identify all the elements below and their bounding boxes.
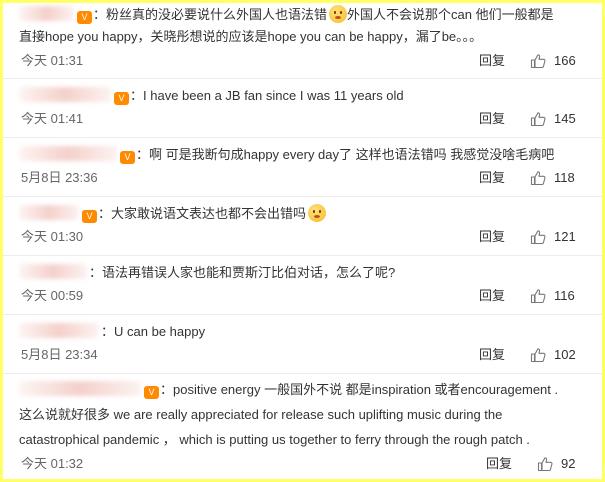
comment-text: 这么说就好很多 we are really appreciated for re…: [19, 407, 503, 422]
thumb-up-icon: [530, 230, 546, 245]
username-blurred[interactable]: [19, 323, 99, 338]
v-badge-icon: V: [114, 92, 129, 105]
like-button[interactable]: 92: [537, 454, 575, 474]
v-badge-icon: V: [120, 151, 135, 164]
thumb-up-icon: [537, 457, 553, 472]
comment-time: 5月8日 23:36: [21, 170, 98, 185]
like-count: 118: [554, 170, 575, 185]
like-count: 121: [554, 229, 576, 244]
like-button[interactable]: 166: [530, 51, 576, 71]
like-count: 102: [554, 347, 576, 362]
comment-text: 大家敢说语文表达也都不会出错吗: [111, 206, 307, 221]
comment-item: V ：啊 可是我断句成happy every day了 这样也语法错吗 我感觉没啥…: [3, 138, 602, 197]
comment-text: 啊 可是我断句成happy every day了 这样也语法错吗 我感觉没啥毛病…: [149, 147, 555, 162]
v-badge-icon: V: [144, 386, 159, 399]
like-button[interactable]: 121: [530, 227, 576, 247]
comment-item: V ：I have been a JB fan since I was 11 ye…: [3, 79, 602, 138]
username-blurred[interactable]: [19, 87, 111, 102]
comment-text: I have been a JB fan since I was 11 year…: [143, 88, 404, 103]
comment-time: 5月8日 23:34: [21, 347, 98, 362]
like-count: 166: [554, 53, 576, 68]
like-count: 92: [561, 456, 576, 471]
comment-text: positive energy 一般国外不说 都是inspiration 或者e…: [173, 382, 559, 397]
comment-text: 语法再错误人家也能和贾斯汀比伯对话，怎么了呢?: [102, 265, 396, 280]
comment-time: 今天 01:32: [21, 456, 84, 471]
comment-item: V ：粉丝真的没必要说什么外国人也语法错 外国人不会说那个can 他们一般都是 直接…: [3, 3, 602, 79]
comment-time: 今天 01:31: [21, 53, 84, 68]
like-count: 145: [554, 111, 576, 126]
username-blurred[interactable]: [19, 146, 117, 161]
username-blurred[interactable]: [19, 381, 141, 396]
reply-button[interactable]: 回复: [479, 51, 505, 71]
comment-item: V ：positive energy 一般国外不说 都是inspiration 或…: [3, 374, 602, 479]
reply-button[interactable]: 回复: [479, 109, 505, 129]
comment-text: catastrophical pandemic ， which is putti…: [19, 432, 530, 447]
like-count: 116: [554, 288, 575, 303]
comment-item: ：U can be happy 5月8日 23:34 回复 102: [3, 315, 602, 374]
comment-list: V ：粉丝真的没必要说什么外国人也语法错 外国人不会说那个can 他们一般都是 直接…: [3, 3, 602, 479]
reply-button[interactable]: 回复: [479, 168, 505, 188]
thumb-up-icon: [530, 289, 546, 304]
comment-time: 今天 01:41: [21, 111, 84, 126]
thumb-up-icon: [530, 171, 546, 186]
comment-item: V ：大家敢说语文表达也都不会出错吗 今天 01:30 回复 121: [3, 197, 602, 256]
v-badge-icon: V: [82, 210, 97, 223]
comment-time: 今天 00:59: [21, 288, 84, 303]
comment-text: 直接hope you happy，关晓彤想说的应该是hope you can b…: [19, 29, 483, 44]
like-button[interactable]: 145: [530, 109, 576, 129]
comment-item: ：语法再错误人家也能和贾斯汀比伯对话，怎么了呢? 今天 00:59 回复 116: [3, 256, 602, 315]
thumb-up-icon: [530, 348, 546, 363]
like-button[interactable]: 118: [530, 168, 575, 188]
comment-time: 今天 01:30: [21, 229, 84, 244]
username-blurred[interactable]: [19, 6, 74, 21]
username-blurred[interactable]: [19, 264, 87, 279]
emoji-icon: [329, 5, 348, 23]
reply-button[interactable]: 回复: [486, 454, 512, 474]
reply-button[interactable]: 回复: [479, 227, 505, 247]
comment-text: U can be happy: [114, 324, 206, 339]
comment-text: 外国人不会说那个can 他们一般都是: [347, 7, 554, 22]
reply-button[interactable]: 回复: [479, 345, 505, 365]
thumb-up-icon: [530, 112, 546, 127]
thumb-up-icon: [530, 54, 546, 69]
emoji-icon: [308, 204, 327, 222]
like-button[interactable]: 102: [530, 345, 576, 365]
username-blurred[interactable]: [19, 205, 79, 220]
reply-button[interactable]: 回复: [479, 286, 505, 306]
v-badge-icon: V: [77, 11, 92, 24]
like-button[interactable]: 116: [530, 286, 575, 306]
comment-text: 粉丝真的没必要说什么外国人也语法错: [106, 7, 328, 22]
